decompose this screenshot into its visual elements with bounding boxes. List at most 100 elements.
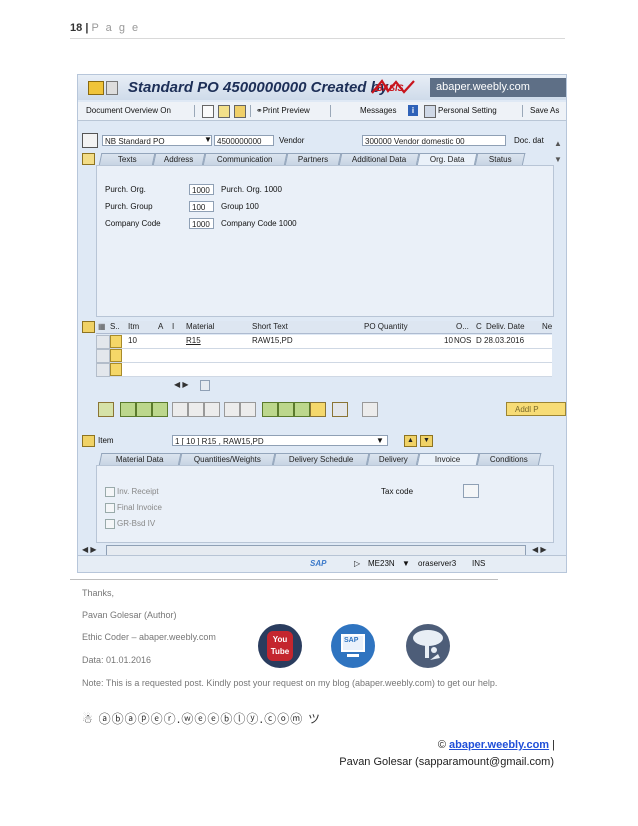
table-row[interactable]: 10 R15 RAW15,PD 10 NOS D 28.03.2016	[96, 335, 552, 349]
org-code-field[interactable]: 100	[189, 201, 214, 212]
grid-settings-icon[interactable]: ▦	[98, 321, 106, 333]
doc-type-select[interactable]: NB Standard PO	[102, 135, 212, 146]
sort-desc-icon[interactable]	[294, 402, 310, 417]
save-as-button[interactable]: Save As	[530, 106, 559, 115]
info-icon[interactable]: i	[408, 105, 418, 116]
cell-c[interactable]: D	[476, 336, 482, 345]
paste-icon[interactable]	[240, 402, 256, 417]
vendor-field[interactable]: 300000 Vendor domestic 00	[362, 135, 506, 146]
print-preview-button[interactable]: ⚭Print Preview	[256, 106, 310, 115]
col-deliv-date[interactable]: Deliv. Date	[486, 321, 525, 333]
scroll-down-icon[interactable]: ▼	[554, 155, 562, 164]
details-icon[interactable]	[98, 402, 114, 417]
print-preview-label: Print Preview	[262, 106, 310, 115]
sap-logo[interactable]: SAP	[331, 624, 375, 668]
sap-logo-text: SAP	[344, 637, 359, 644]
col-item-cat[interactable]: I	[172, 321, 174, 333]
table-row[interactable]	[96, 349, 552, 363]
col-c[interactable]: C	[476, 321, 482, 333]
select-all-icon[interactable]	[120, 402, 136, 417]
row-selector[interactable]	[96, 335, 110, 349]
reading-tree-logo[interactable]	[406, 624, 450, 668]
copyright-link[interactable]: abaper.weebly.com	[449, 739, 549, 751]
po-number-field[interactable]: 4500000000	[214, 135, 274, 146]
tcode-field[interactable]: ME23N	[368, 559, 395, 568]
chevron-down-icon[interactable]: ▼	[204, 135, 212, 144]
doc-date-label: Doc. dat	[514, 136, 544, 145]
inv-receipt-checkbox[interactable]	[105, 487, 115, 497]
item-select[interactable]: 1 [ 10 ] R15 , RAW15,PD	[172, 435, 388, 446]
col-short-text[interactable]: Short Text	[252, 321, 288, 333]
deselect-icon[interactable]	[136, 402, 152, 417]
gr-bsd-checkbox[interactable]	[105, 519, 115, 529]
col-material[interactable]: Material	[186, 321, 214, 333]
chevron-down-icon[interactable]: ▼	[402, 559, 410, 568]
col-net[interactable]: Ne	[542, 321, 552, 333]
copy-icon[interactable]	[152, 402, 168, 417]
row-status-icon	[110, 363, 122, 376]
cell-material[interactable]: R15	[186, 336, 201, 345]
org-label: Company Code	[105, 219, 161, 228]
cart-icon[interactable]	[82, 133, 98, 148]
cell-short-text[interactable]: RAW15,PD	[252, 336, 293, 345]
thanks-text: Thanks,	[82, 588, 115, 598]
header-toggle-icon[interactable]	[82, 153, 95, 165]
edit-icon[interactable]	[218, 105, 230, 118]
final-invoice-checkbox[interactable]	[105, 503, 115, 513]
col-item[interactable]: Itm	[128, 321, 139, 333]
page-separator: |	[85, 22, 89, 34]
grid-scroll-arrows[interactable]: ◀ ▶	[174, 380, 189, 389]
new-doc-icon[interactable]	[202, 105, 214, 118]
sort-asc-icon[interactable]	[262, 402, 278, 417]
status-bar: SAP ▷ ME23N ▼ oraserver3 INS	[78, 555, 566, 572]
document-overview-button[interactable]: Document Overview On	[86, 106, 171, 115]
more-icon[interactable]	[362, 402, 378, 417]
tax-code-field[interactable]	[463, 484, 479, 498]
sap-menu-icon[interactable]	[88, 81, 104, 95]
next-item-button[interactable]: ▼	[420, 435, 433, 447]
display-change-icon[interactable]	[234, 105, 246, 118]
org-description: Company Code 1000	[221, 219, 297, 228]
personal-setting-icon[interactable]	[424, 105, 436, 118]
chevron-down-icon[interactable]: ▼	[376, 436, 384, 445]
col-status[interactable]: S..	[110, 321, 120, 333]
copyright-pipe: |	[552, 739, 555, 751]
personal-setting-button[interactable]: Personal Setting	[438, 106, 497, 115]
col-po-quantity[interactable]: PO Quantity	[364, 321, 408, 333]
delete-icon[interactable]	[172, 402, 188, 417]
unlock-icon[interactable]	[204, 402, 220, 417]
row-selector[interactable]	[96, 349, 110, 363]
col-account[interactable]: A	[158, 321, 163, 333]
h-scroll-left-icon[interactable]: ◀ ▶	[82, 545, 97, 554]
grid-scroll-box[interactable]	[200, 380, 210, 391]
table-row[interactable]	[96, 363, 552, 377]
item-toggle-icon[interactable]	[82, 435, 95, 447]
col-unit[interactable]: O...	[456, 321, 469, 333]
org-code-field[interactable]: 1000	[189, 218, 214, 229]
final-invoice-label: Final Invoice	[117, 503, 162, 512]
note-text: Note: This is a requested post. Kindly p…	[82, 678, 498, 688]
scroll-up-icon[interactable]: ▲	[554, 139, 562, 148]
items-toggle-icon[interactable]	[82, 321, 95, 333]
addl-planning-button[interactable]: Addl P	[506, 402, 566, 416]
org-label: Purch. Group	[105, 202, 153, 211]
h-scroll-right-icon[interactable]: ◀ ▶	[532, 545, 547, 554]
filter-icon[interactable]	[278, 402, 294, 417]
youtube-logo[interactable]: You Tube	[258, 624, 302, 668]
cut-icon[interactable]	[224, 402, 240, 417]
prev-item-button[interactable]: ▲	[404, 435, 417, 447]
cell-item[interactable]: 10	[128, 336, 137, 345]
print-icon[interactable]	[332, 402, 348, 417]
tools-icon[interactable]	[310, 402, 326, 417]
cell-unit[interactable]: NOS	[454, 336, 471, 345]
messages-button[interactable]: Messages	[360, 106, 396, 115]
lock-icon[interactable]	[188, 402, 204, 417]
org-code-field[interactable]: 1000	[189, 184, 214, 195]
server-field: oraserver3	[418, 559, 457, 568]
play-icon[interactable]: ▷	[354, 559, 360, 568]
row-selector[interactable]	[96, 363, 110, 377]
page-header: 18 | P a g e	[70, 22, 140, 34]
sap-doc-icon[interactable]	[106, 81, 118, 95]
cell-qty[interactable]: 10	[444, 336, 453, 345]
cell-deliv-date[interactable]: 28.03.2016	[484, 336, 524, 345]
